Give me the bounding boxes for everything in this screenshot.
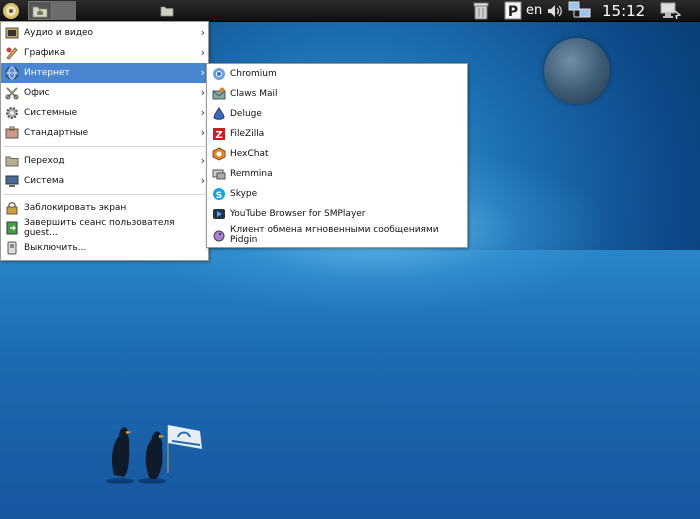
menu-item-accessories[interactable]: Стандартные › bbox=[1, 123, 208, 143]
menu-item-system[interactable]: Система › bbox=[1, 171, 208, 191]
svg-text:S: S bbox=[216, 191, 222, 201]
wallpaper-penguins bbox=[106, 425, 202, 484]
menu-item-label: Графика bbox=[24, 48, 66, 58]
pidgin-icon bbox=[212, 228, 226, 242]
file-manager-icon bbox=[160, 6, 174, 16]
submenu-item-claws-mail[interactable]: Claws Mail bbox=[207, 84, 467, 104]
menu-item-label: Интернет bbox=[24, 68, 70, 78]
places-folder-icon bbox=[5, 154, 19, 168]
menu-item-label: Заблокировать экран bbox=[24, 203, 127, 213]
svg-text:P: P bbox=[508, 4, 518, 20]
submenu-item-deluge[interactable]: Deluge bbox=[207, 104, 467, 124]
submenu-item-label: Remmina bbox=[230, 169, 273, 179]
submenu-item-remmina[interactable]: Remmina bbox=[207, 164, 467, 184]
filezilla-icon: Z bbox=[212, 127, 226, 141]
menu-item-shutdown[interactable]: Выключить... bbox=[1, 238, 208, 258]
menu-item-label: Системные bbox=[24, 108, 78, 118]
menu-item-graphics[interactable]: Графика › bbox=[1, 43, 208, 63]
taskbar: P en 15:12 bbox=[0, 0, 700, 22]
multimedia-icon bbox=[5, 26, 19, 40]
lock-screen-icon bbox=[5, 201, 19, 215]
system-tools-icon bbox=[5, 106, 19, 120]
shutdown-icon bbox=[5, 241, 19, 255]
menu-item-label: Выключить... bbox=[24, 243, 87, 253]
menu-separator bbox=[4, 194, 205, 195]
submenu-item-filezilla[interactable]: Z FileZilla bbox=[207, 124, 467, 144]
wallpaper-moon bbox=[544, 38, 610, 104]
language-indicator: en bbox=[526, 3, 543, 18]
submenu-item-label: HexChat bbox=[230, 149, 269, 159]
logout-icon bbox=[5, 221, 19, 235]
submenu-item-pidgin[interactable]: Клиент обмена мгновенными сообщениями Pi… bbox=[207, 225, 467, 245]
svg-text:Z: Z bbox=[215, 130, 222, 141]
tray-pidgin[interactable]: P bbox=[504, 0, 522, 21]
chromium-icon bbox=[212, 67, 226, 81]
chevron-right-icon: › bbox=[200, 106, 205, 119]
menu-item-label: Завершить сеанс пользователя guest... bbox=[24, 218, 175, 238]
menu-separator bbox=[4, 146, 205, 147]
submenu-item-label: YouTube Browser for SMPlayer bbox=[230, 209, 366, 219]
network-icon bbox=[568, 1, 591, 18]
claws-mail-icon bbox=[212, 87, 226, 101]
chevron-right-icon: › bbox=[200, 154, 205, 167]
menu-item-system-tools[interactable]: Системные › bbox=[1, 103, 208, 123]
chevron-right-icon: › bbox=[200, 26, 205, 39]
clock-time: 15:12 bbox=[602, 1, 646, 20]
start-menu-button[interactable] bbox=[1, 1, 21, 20]
office-icon bbox=[5, 86, 19, 100]
deluge-icon bbox=[212, 107, 226, 121]
submenu-item-label: FileZilla bbox=[230, 129, 265, 139]
chevron-right-icon: › bbox=[200, 174, 205, 187]
file-manager-button[interactable] bbox=[158, 1, 176, 20]
menu-item-label: Аудио и видео bbox=[24, 28, 94, 38]
submenu-item-youtube-smplayer[interactable]: YouTube Browser for SMPlayer bbox=[207, 204, 467, 224]
submenu-item-label: Skype bbox=[230, 189, 258, 199]
menu-item-internet[interactable]: Интернет › bbox=[1, 63, 208, 83]
tray-network[interactable] bbox=[568, 0, 592, 21]
menu-item-places[interactable]: Переход › bbox=[1, 151, 208, 171]
submenu-item-label: Chromium bbox=[230, 69, 277, 79]
show-desktop-button[interactable] bbox=[52, 1, 76, 20]
volume-icon bbox=[548, 4, 562, 17]
menu-item-label: Стандартные bbox=[24, 128, 89, 138]
skype-icon: S bbox=[212, 187, 226, 201]
submenu-item-hexchat[interactable]: HexChat bbox=[207, 144, 467, 164]
tray-language[interactable]: en bbox=[526, 0, 542, 21]
submenu-item-label: Клиент обмена мгновенными сообщениями Pi… bbox=[230, 225, 439, 245]
start-menu-icon bbox=[3, 2, 19, 19]
menu-item-lock-screen[interactable]: Заблокировать экран bbox=[1, 198, 208, 218]
application-menu: Аудио и видео › Графика › Интернет › Офи… bbox=[0, 21, 209, 261]
pidgin-tray-icon: P bbox=[504, 1, 522, 20]
user-icon bbox=[660, 2, 681, 20]
submenu-item-label: Deluge bbox=[230, 109, 262, 119]
clock[interactable]: 15:12 bbox=[602, 0, 645, 21]
tray-user[interactable] bbox=[659, 0, 681, 21]
menu-item-label: Переход bbox=[24, 156, 65, 166]
tray-trash[interactable] bbox=[472, 0, 490, 21]
home-folder-icon bbox=[32, 6, 48, 17]
submenu-item-skype[interactable]: S Skype bbox=[207, 184, 467, 204]
submenu-item-label: Claws Mail bbox=[230, 89, 278, 99]
menu-item-audio-video[interactable]: Аудио и видео › bbox=[1, 23, 208, 43]
internet-submenu: Chromium Claws Mail Deluge Z FileZilla H… bbox=[206, 63, 468, 248]
submenu-item-chromium[interactable]: Chromium bbox=[207, 64, 467, 84]
tray-volume[interactable] bbox=[546, 0, 564, 21]
chevron-right-icon: › bbox=[200, 66, 205, 79]
graphics-icon bbox=[5, 46, 19, 60]
remmina-icon bbox=[212, 167, 226, 181]
menu-item-label: Система bbox=[24, 176, 65, 186]
home-folder-button[interactable] bbox=[28, 1, 52, 20]
accessories-icon bbox=[5, 126, 19, 140]
menu-item-logout[interactable]: Завершить сеанс пользователя guest... bbox=[1, 218, 208, 238]
menu-item-label: Офис bbox=[24, 88, 50, 98]
chevron-right-icon: › bbox=[200, 86, 205, 99]
trash-icon bbox=[473, 2, 489, 20]
internet-globe-icon bbox=[5, 66, 19, 80]
hexchat-icon bbox=[212, 147, 226, 161]
chevron-right-icon: › bbox=[200, 126, 205, 139]
chevron-right-icon: › bbox=[200, 46, 205, 59]
smplayer-youtube-icon bbox=[212, 207, 226, 221]
system-monitor-icon bbox=[5, 174, 19, 188]
menu-item-office[interactable]: Офис › bbox=[1, 83, 208, 103]
